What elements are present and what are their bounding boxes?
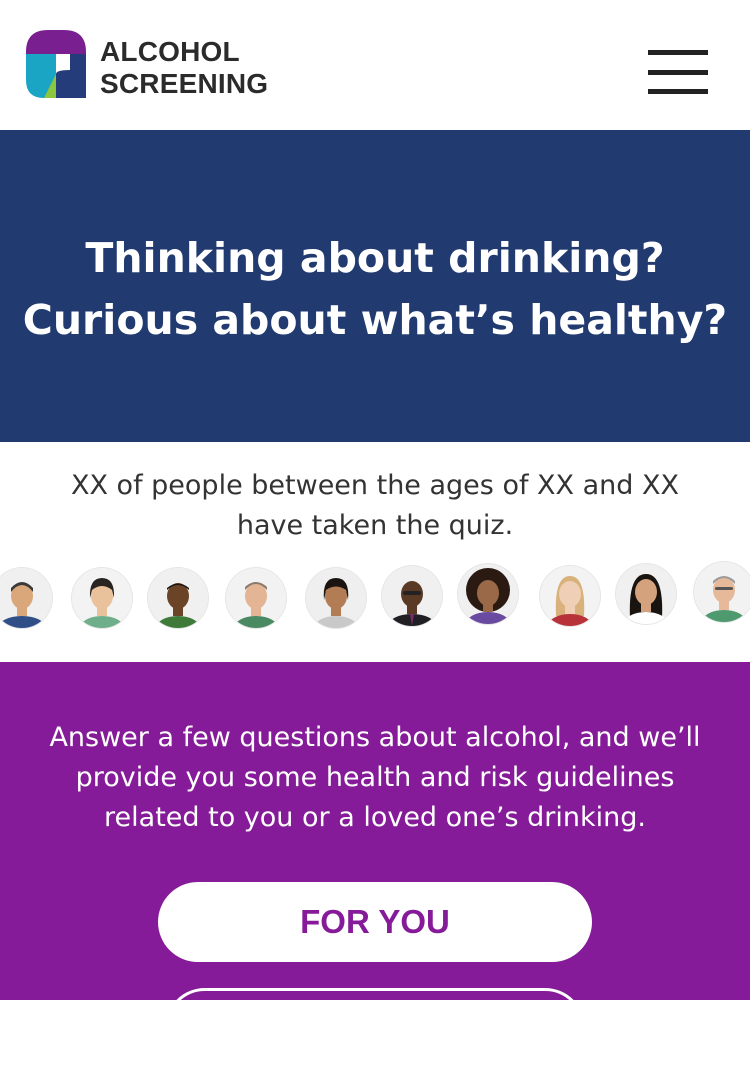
secondary-option-button[interactable] xyxy=(165,988,585,1068)
hero-banner: Thinking about drinking? Curious about w… xyxy=(0,130,750,442)
brand-line-2: SCREENING xyxy=(100,68,269,99)
avatar xyxy=(148,568,208,628)
intro-line-2: provide you some health and risk guideli… xyxy=(75,762,675,793)
avatar xyxy=(694,562,750,622)
quiz-stats-text: XX of people between the ages of XX and … xyxy=(0,466,750,546)
avatar xyxy=(458,564,518,624)
hero-heading-line-1: Thinking about drinking? xyxy=(85,234,665,282)
hamburger-menu-icon[interactable] xyxy=(648,50,708,96)
brand-line-1: ALCOHOL xyxy=(100,36,240,67)
avatar xyxy=(306,568,366,628)
hero-heading-line-2: Curious about what’s healthy? xyxy=(22,296,728,344)
intro-line-3: related to you or a loved one’s drinking… xyxy=(104,802,646,833)
avatar xyxy=(616,564,676,624)
alcohol-screening-logo-icon[interactable] xyxy=(26,30,86,98)
intro-line-1: Answer a few questions about alcohol, an… xyxy=(49,722,701,753)
quiz-intro-section: Answer a few questions about alcohol, an… xyxy=(0,662,750,1068)
quiz-stats-section: XX of people between the ages of XX and … xyxy=(0,442,750,662)
avatar xyxy=(72,568,132,628)
for-you-button[interactable]: FOR YOU xyxy=(158,882,592,962)
site-header: ALCOHOL SCREENING xyxy=(0,0,750,130)
avatar xyxy=(540,566,600,626)
brand-name: ALCOHOL SCREENING xyxy=(100,36,268,100)
avatar xyxy=(0,568,52,628)
people-avatars xyxy=(0,562,750,636)
stats-line-1: XX of people between the ages of XX and … xyxy=(70,470,679,501)
stats-line-2: have taken the quiz. xyxy=(236,510,514,541)
quiz-intro-text: Answer a few questions about alcohol, an… xyxy=(0,718,750,838)
avatar xyxy=(226,568,286,628)
avatar xyxy=(382,566,442,626)
